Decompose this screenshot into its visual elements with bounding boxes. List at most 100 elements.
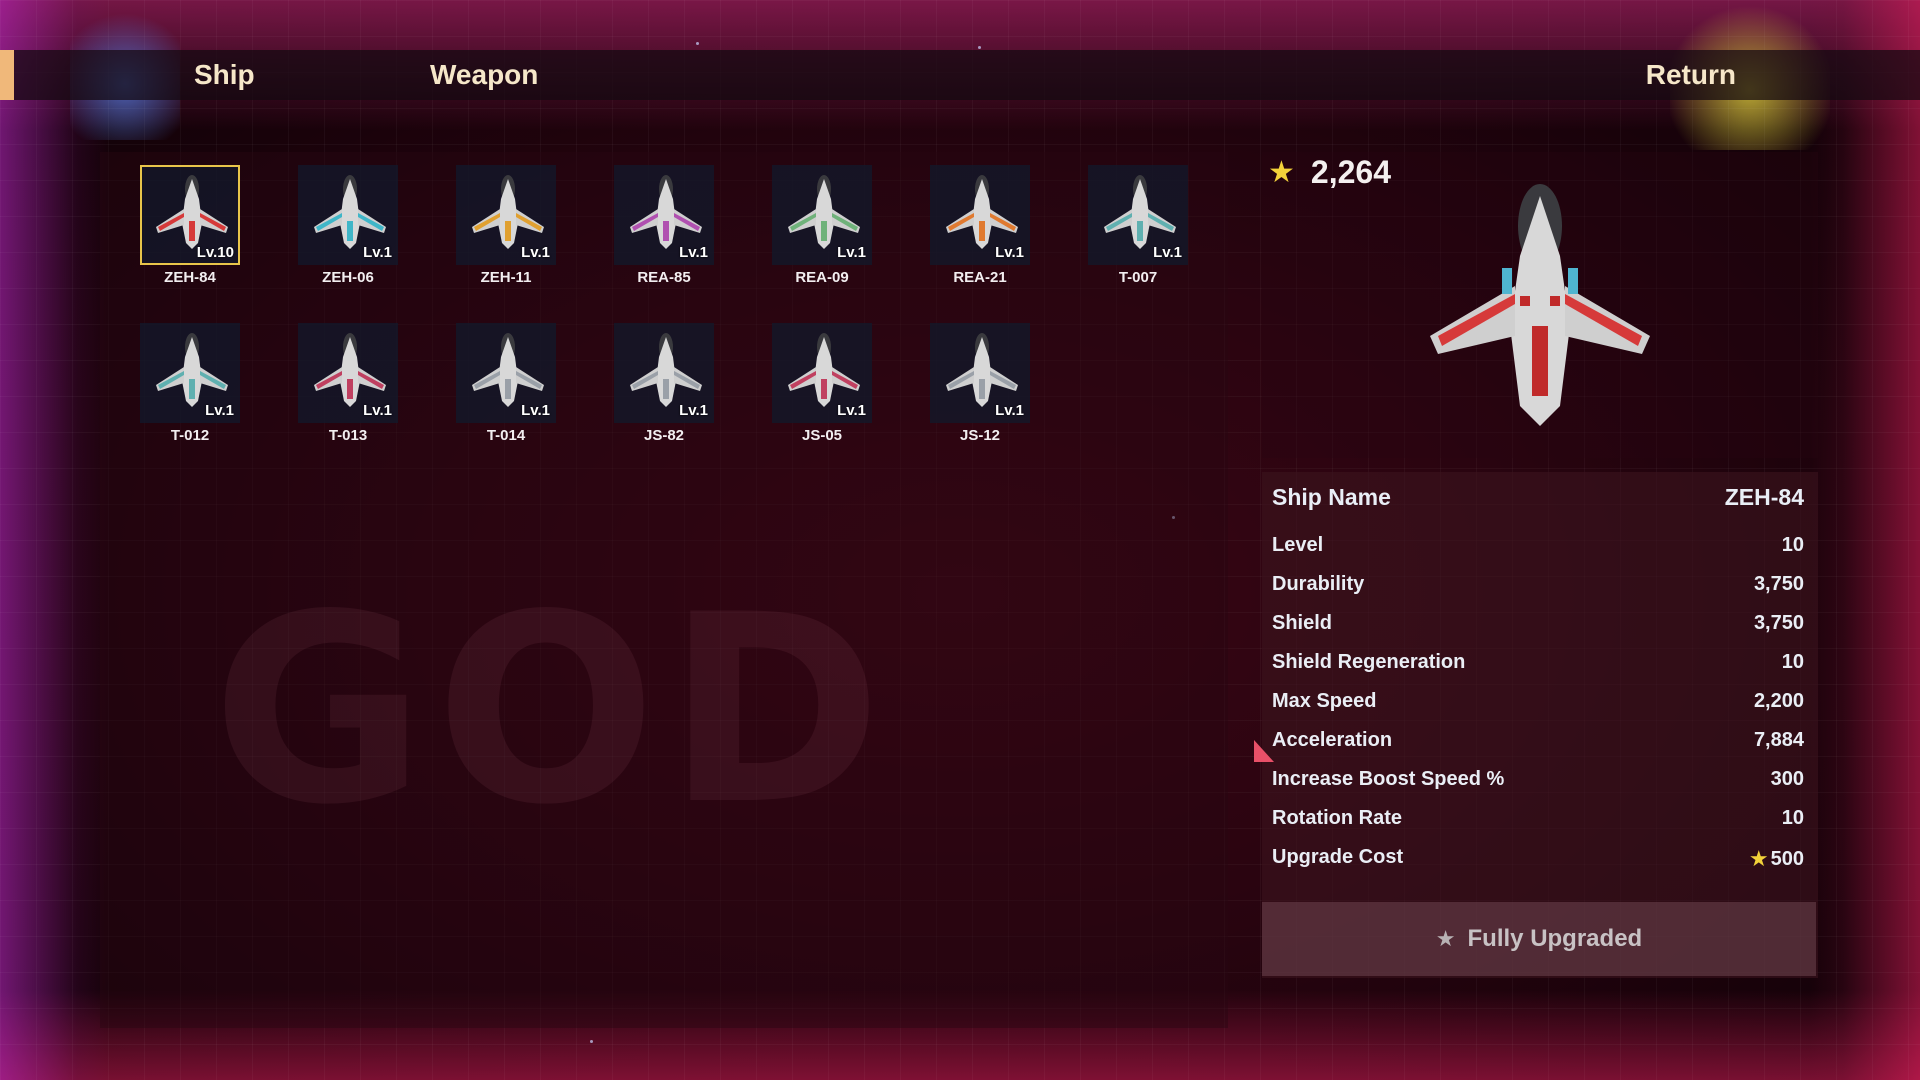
stat-label: Shield	[1272, 612, 1333, 634]
ship-level-badge: Lv.1	[521, 402, 550, 419]
ship-icon	[156, 333, 228, 407]
stat-value: 300	[1770, 768, 1804, 790]
star-icon: ★	[1435, 926, 1456, 951]
ship-slot[interactable]: Lv.1 JS-82	[614, 323, 714, 444]
ship-name-label: REA-85	[637, 269, 691, 286]
ship-thumbnail[interactable]: Lv.1	[456, 165, 556, 265]
top-nav-bar: Ship Weapon Return	[0, 50, 1920, 100]
ship-name-label: REA-21	[953, 269, 1007, 286]
ship-slot[interactable]: Lv.1 JS-12	[930, 323, 1030, 444]
ship-thumbnail[interactable]: Lv.1	[930, 323, 1030, 423]
ship-thumbnail[interactable]: Lv.1	[298, 323, 398, 423]
ship-thumbnail[interactable]: Lv.1	[456, 323, 556, 423]
upgrade-button[interactable]: ★ Fully Upgraded	[1262, 902, 1816, 976]
upgrade-cost-container: ★ 500	[1749, 846, 1804, 872]
star-particle	[590, 1040, 593, 1043]
nav-accent	[0, 50, 14, 100]
ship-name-label: ZEH-06	[322, 269, 374, 286]
ship-name-row: Ship Name ZEH-84	[1272, 484, 1804, 511]
ship-thumbnail[interactable]: Lv.1	[1088, 165, 1188, 265]
ship-level-badge: Lv.1	[521, 244, 550, 261]
ship-icon	[156, 175, 228, 249]
ship-name-label: JS-12	[959, 427, 1001, 444]
ship-thumbnail[interactable]: Lv.10	[140, 165, 240, 265]
ship-icon	[946, 333, 1018, 407]
ship-name-label: ZEH-84	[164, 269, 216, 286]
ship-slot[interactable]: Lv.1 REA-21	[930, 165, 1030, 286]
stat-label: Acceleration	[1272, 729, 1393, 751]
ship-icon	[314, 175, 386, 249]
ship-name-label: T-013	[328, 427, 368, 444]
ship-thumbnail[interactable]: Lv.1	[140, 323, 240, 423]
ship-icon	[630, 175, 702, 249]
background-glow-left	[0, 0, 110, 1080]
ship-level-badge: Lv.1	[995, 244, 1024, 261]
ship-icon	[630, 333, 702, 407]
upgrade-button-label: Fully Upgraded	[1467, 925, 1643, 952]
ship-level-badge: Lv.1	[995, 402, 1024, 419]
ship-icon	[946, 175, 1018, 249]
tab-weapon[interactable]: Weapon	[430, 50, 538, 100]
ship-slot[interactable]: Lv.1 REA-85	[614, 165, 714, 286]
stat-value: 10	[1781, 651, 1804, 673]
star-icon: ★	[1748, 846, 1769, 871]
ship-thumbnail[interactable]: Lv.1	[614, 165, 714, 265]
ship-slot[interactable]: Lv.1 REA-09	[772, 165, 872, 286]
stat-row: Acceleration 7,884	[1272, 729, 1804, 752]
ship-slot[interactable]: Lv.1 T-007	[1088, 165, 1188, 286]
star-particle	[696, 42, 699, 45]
ship-preview-image	[1430, 184, 1650, 426]
ship-slot[interactable]: Lv.1 JS-05	[772, 323, 872, 444]
stat-label: Shield Regeneration	[1272, 651, 1466, 673]
return-button[interactable]: Return	[1646, 50, 1736, 100]
upgrade-cost-row: Upgrade Cost ★ 500	[1272, 846, 1804, 872]
star-icon: ★	[1268, 155, 1295, 189]
ship-slot[interactable]: Lv.1 T-014	[456, 323, 556, 444]
stat-label: Rotation Rate	[1272, 807, 1402, 829]
ship-thumbnail[interactable]: Lv.1	[772, 165, 872, 265]
ship-level-badge: Lv.1	[363, 402, 392, 419]
ship-name-label: JS-05	[801, 427, 843, 444]
ship-icon	[1104, 175, 1176, 249]
ship-thumbnail[interactable]: Lv.1	[930, 165, 1030, 265]
tab-ship[interactable]: Ship	[194, 50, 255, 100]
ship-level-badge: Lv.10	[196, 244, 234, 261]
stat-row: Durability 3,750	[1272, 573, 1804, 596]
stat-label: Durability	[1272, 573, 1365, 595]
cursor-pointer-icon	[1254, 740, 1274, 762]
ship-level-badge: Lv.1	[837, 402, 866, 419]
stat-row: Rotation Rate 10	[1272, 807, 1804, 830]
stat-value: 7,884	[1753, 729, 1804, 751]
ship-name-label: Ship Name	[1272, 484, 1391, 510]
upgrade-cost-value: 500	[1770, 847, 1804, 870]
ship-icon	[472, 175, 544, 249]
background-glow-right	[1810, 0, 1920, 1080]
stat-row: Level 10	[1272, 534, 1804, 557]
watermark-logo: GOD	[212, 560, 893, 862]
ship-thumbnail[interactable]: Lv.1	[298, 165, 398, 265]
ship-slot[interactable]: Lv.1 ZEH-11	[456, 165, 556, 286]
ship-name-label: T-014	[486, 427, 526, 444]
stat-value: 10	[1781, 534, 1804, 556]
ship-thumbnail[interactable]: Lv.1	[614, 323, 714, 423]
ship-icon	[472, 333, 544, 407]
ship-slot[interactable]: Lv.1 T-012	[140, 323, 240, 444]
ship-name-label: T-012	[170, 427, 210, 444]
stat-label: Level	[1272, 534, 1324, 556]
ship-thumbnail[interactable]: Lv.1	[772, 323, 872, 423]
ship-slot[interactable]: Lv.10 ZEH-84	[140, 165, 240, 286]
stat-value: 10	[1781, 807, 1804, 829]
currency-display: ★ 2,264	[1268, 152, 1391, 192]
ship-level-badge: Lv.1	[363, 244, 392, 261]
ship-name-label: REA-09	[795, 269, 849, 286]
stat-label: Increase Boost Speed %	[1272, 768, 1505, 790]
stat-row: Shield Regeneration 10	[1272, 651, 1804, 674]
stat-row: Shield 3,750	[1272, 612, 1804, 635]
stat-row: Max Speed 2,200	[1272, 690, 1804, 713]
stat-label: Max Speed	[1272, 690, 1377, 712]
ship-icon	[314, 333, 386, 407]
ship-slot[interactable]: Lv.1 T-013	[298, 323, 398, 444]
ship-slot[interactable]: Lv.1 ZEH-06	[298, 165, 398, 286]
stat-value: 3,750	[1753, 612, 1804, 634]
ship-level-badge: Lv.1	[1153, 244, 1182, 261]
